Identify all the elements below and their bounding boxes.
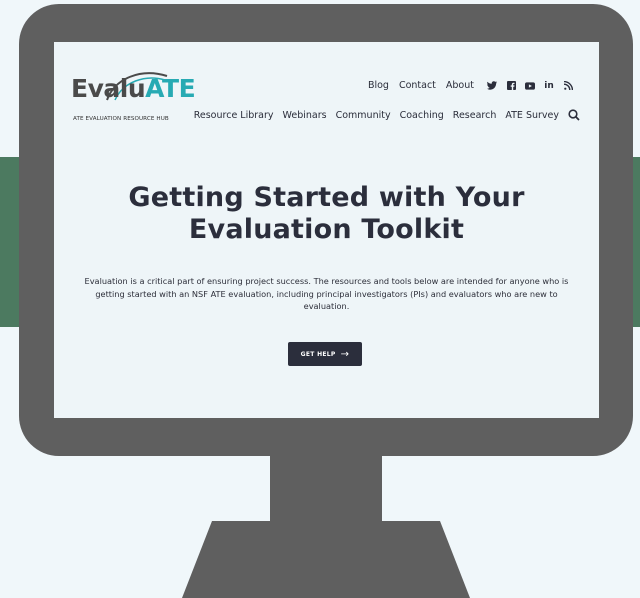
- page-title: Getting Started with Your Evaluation Too…: [54, 182, 599, 246]
- nav-link-coaching[interactable]: Coaching: [400, 110, 444, 121]
- logo-tagline: ATE EVALUATION RESOURCE HUB: [73, 116, 169, 122]
- nav-link-ate-survey[interactable]: ATE Survey: [505, 110, 559, 121]
- nav-link-resource-library[interactable]: Resource Library: [194, 110, 274, 121]
- get-help-button[interactable]: GET HELP →: [288, 342, 362, 366]
- website-screen: EvaluATE ATE EVALUATION RESOURCE HUB Blo…: [54, 42, 599, 418]
- facebook-icon[interactable]: [506, 81, 516, 91]
- nav-link-community[interactable]: Community: [336, 110, 391, 121]
- nav-link-blog[interactable]: Blog: [368, 80, 389, 91]
- arrow-right-icon: →: [340, 348, 350, 360]
- logo-word-evalu: Evalu: [71, 74, 146, 103]
- page-title-line-2: Evaluation Toolkit: [188, 214, 465, 245]
- search-icon[interactable]: [568, 109, 580, 121]
- nav-link-about[interactable]: About: [446, 80, 474, 91]
- hero-description: Evaluation is a critical part of ensurin…: [84, 276, 569, 311]
- youtube-icon[interactable]: [525, 81, 535, 91]
- rss-icon[interactable]: [563, 81, 573, 91]
- nav-link-webinars[interactable]: Webinars: [283, 110, 327, 121]
- logo-wordmark: EvaluATE: [71, 74, 196, 103]
- top-nav: Blog Contact About in: [358, 80, 573, 91]
- nav-link-research[interactable]: Research: [453, 110, 497, 121]
- twitter-icon[interactable]: [487, 81, 497, 91]
- page-title-line-1: Getting Started with Your: [128, 182, 525, 213]
- logo-word-ate: ATE: [145, 74, 196, 103]
- evaluate-logo[interactable]: EvaluATE ATE EVALUATION RESOURCE HUB: [71, 72, 196, 128]
- main-nav: Resource Library Webinars Community Coac…: [185, 109, 580, 121]
- linkedin-icon[interactable]: in: [544, 81, 554, 91]
- nav-link-contact[interactable]: Contact: [399, 80, 436, 91]
- get-help-label: GET HELP: [300, 350, 336, 358]
